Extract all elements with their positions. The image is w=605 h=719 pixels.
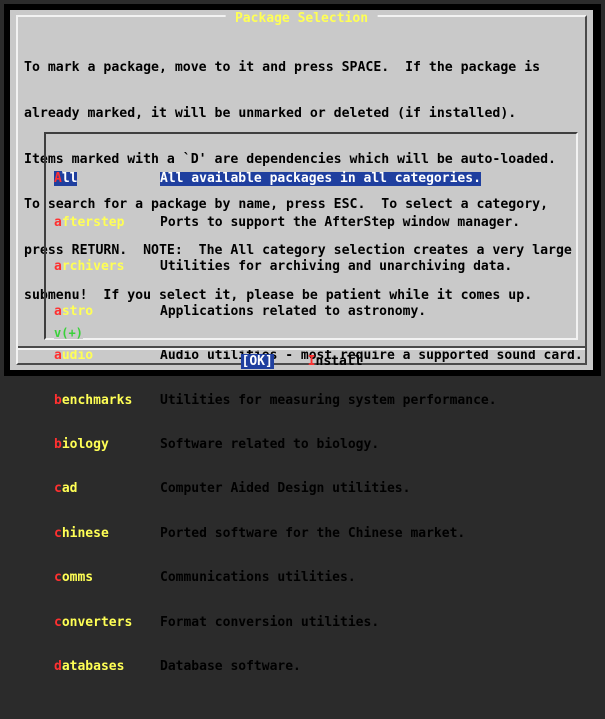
category-item-afterstep[interactable]: afterstep Ports to support the AfterStep… (54, 214, 576, 231)
tag-rest: hinese (61, 525, 109, 541)
hotkey-letter: I (307, 354, 316, 369)
category-item-converters[interactable]: converters Format conversion utilities. (54, 614, 576, 631)
scroll-more-indicator: v(+) (54, 326, 83, 340)
category-description: Utilities for archiving and unarchiving … (160, 259, 513, 275)
instruction-line: already marked, it will be unmarked or d… (24, 106, 517, 122)
hotkey-letter: A (54, 170, 62, 186)
button-bar: [OK] Install (10, 354, 593, 369)
tag-rest: enchmarks (61, 392, 133, 408)
category-item-cad[interactable]: cad Computer Aided Design utilities. (54, 481, 576, 497)
package-selection-dialog: Package Selection To mark a package, mov… (4, 4, 601, 674)
tag-rest: ll (61, 170, 78, 186)
hotkey-letter: b (54, 436, 62, 452)
category-description: Communications utilities. (160, 570, 356, 586)
tag-rest: rchivers (61, 259, 125, 275)
category-item-benchmarks[interactable]: benchmarks Utilities for measuring syste… (54, 392, 576, 409)
tag-rest: ad (61, 481, 78, 497)
category-description: Ports to support the AfterStep window ma… (160, 214, 521, 230)
hotkey-letter: c (54, 481, 62, 497)
tag-rest: fterstep (61, 214, 125, 230)
tag-rest: atabases (61, 658, 125, 674)
category-tag: comms (54, 570, 94, 586)
category-tag: benchmarks (54, 392, 133, 409)
button-divider (18, 346, 585, 350)
category-item-chinese[interactable]: chinese Ported software for the Chinese … (54, 525, 576, 542)
tag-rest: stro (61, 303, 94, 319)
category-item-biology[interactable]: biology Software related to biology. (54, 436, 576, 453)
hotkey-letter: d (54, 658, 62, 674)
hotkey-letter: a (54, 303, 62, 319)
category-tag: astro (54, 303, 94, 320)
category-description: All available packages in all categories… (160, 170, 481, 187)
dialog-body: Package Selection To mark a package, mov… (10, 10, 593, 674)
instruction-line: To mark a package, move to it and press … (24, 60, 541, 76)
category-description: Utilities for measuring system performan… (160, 392, 497, 408)
category-item-all[interactable]: All All available packages in all catego… (54, 170, 576, 187)
category-tag: databases (54, 658, 125, 675)
category-tag: cad (54, 481, 78, 497)
tag-rest: iology (61, 436, 109, 452)
category-tag: All (54, 170, 78, 187)
category-tag: archivers (54, 259, 125, 275)
category-description: Computer Aided Design utilities. (160, 481, 411, 497)
category-item-databases[interactable]: databases Database software. (54, 658, 576, 675)
install-button[interactable]: Install (308, 354, 363, 369)
category-list: All All available packages in all catego… (54, 142, 583, 704)
category-description: Software related to biology. (160, 436, 380, 452)
install-label-rest: nstall (315, 354, 363, 369)
category-item-comms[interactable]: comms Communications utilities. (54, 570, 576, 586)
hotkey-letter: a (54, 259, 62, 275)
category-tag: converters (54, 614, 133, 631)
category-description: Format conversion utilities. (160, 614, 380, 630)
dialog-title: Package Selection (225, 11, 378, 26)
hotkey-letter: b (54, 392, 62, 408)
hotkey-letter: c (54, 525, 62, 541)
category-description: Applications related to astronomy. (160, 303, 427, 319)
hotkey-letter: c (54, 570, 62, 586)
tag-rest: onverters (61, 614, 133, 630)
ok-button[interactable]: [OK] (240, 354, 274, 369)
category-description: Database software. (160, 658, 301, 674)
category-item-astro[interactable]: astro Applications related to astronomy. (54, 303, 576, 320)
category-tag: afterstep (54, 214, 125, 231)
tag-rest: omms (61, 570, 94, 586)
category-description: Ported software for the Chinese market. (160, 525, 466, 541)
hotkey-letter: a (54, 214, 62, 230)
category-item-archivers[interactable]: archivers Utilities for archiving and un… (54, 259, 576, 275)
category-tag: biology (54, 436, 109, 453)
hotkey-letter: c (54, 614, 62, 630)
category-tag: chinese (54, 525, 109, 542)
